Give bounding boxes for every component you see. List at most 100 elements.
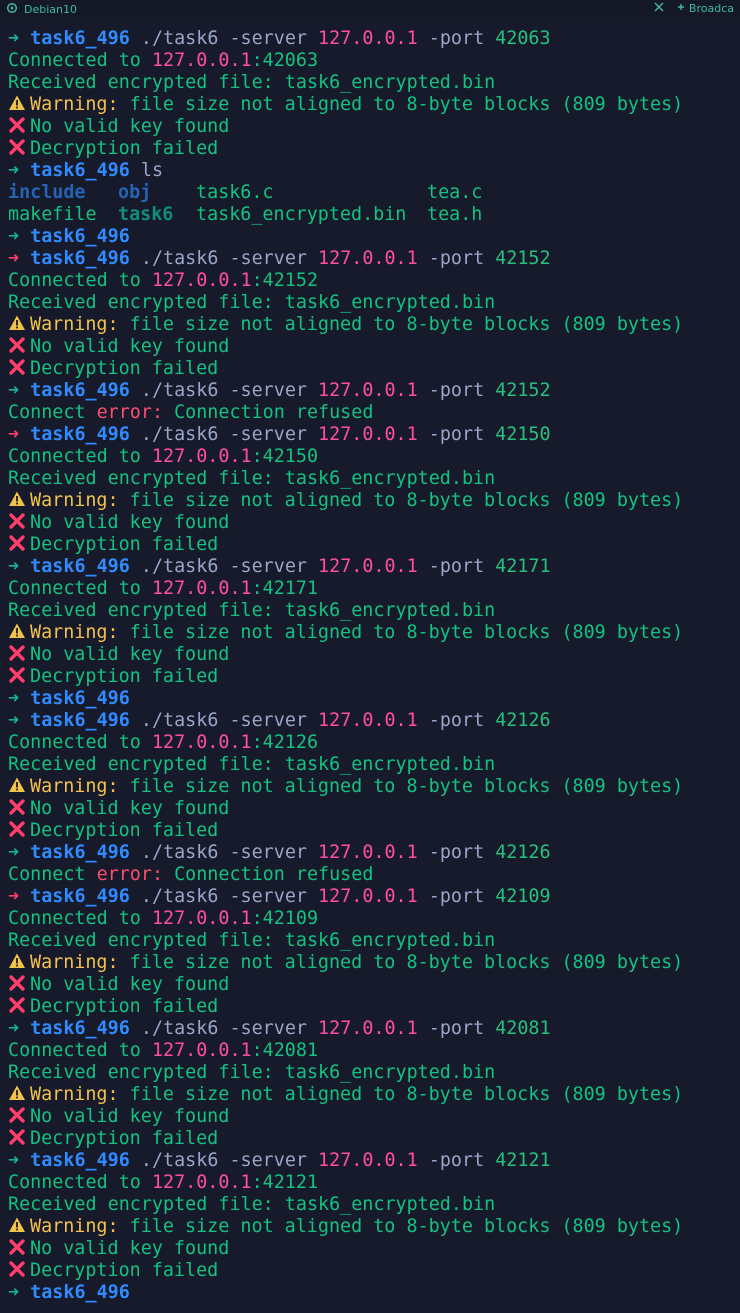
command-port: 42171: [495, 556, 551, 577]
output-ip: 127.0.0.1: [151, 1172, 252, 1193]
output-text: Connection refused: [163, 402, 374, 423]
prompt-line: ➜ task6_496 ls: [8, 160, 736, 182]
warning-text: file size not aligned to 8-byte blocks (…: [118, 776, 684, 797]
prompt-directory: task6_496: [30, 160, 130, 181]
received-line: Received encrypted file: task6_encrypted…: [8, 1194, 736, 1216]
cross-mark-icon: [8, 798, 26, 816]
failure-text: Decryption failed: [30, 138, 219, 159]
received-line: Received encrypted file: task6_encrypted…: [8, 292, 736, 314]
prompt-line: ➜ task6_496 ./task6 -server 127.0.0.1 -p…: [8, 710, 736, 732]
ls-output-row: include obj task6.c tea.c: [8, 182, 736, 204]
command-port-flag: -port: [417, 28, 496, 49]
failure-text: No valid key found: [30, 1238, 230, 1259]
debian-icon: [6, 2, 18, 17]
warning-label: Warning:: [30, 94, 119, 115]
connected-line: Connected to 127.0.0.1:42121: [8, 1172, 736, 1194]
warning-line: Warning: file size not aligned to 8-byte…: [8, 490, 736, 512]
ls-output-row: makefile task6 task6_encrypted.bin tea.h: [8, 204, 736, 226]
prompt-line: ➜ task6_496 ./task6 -server 127.0.0.1 -p…: [8, 1150, 736, 1172]
command-port: 42152: [495, 380, 551, 401]
prompt-directory: task6_496: [30, 886, 130, 907]
cross-mark-icon: [8, 534, 26, 552]
broadcast-label: Broadca: [688, 2, 734, 15]
failure-text: No valid key found: [30, 798, 230, 819]
prompt-line: ➜ task6_496 ./task6 -server 127.0.0.1 -p…: [8, 28, 736, 50]
warning-icon: [8, 94, 26, 112]
terminal-output[interactable]: ➜ task6_496 ./task6 -server 127.0.0.1 -p…: [8, 28, 736, 1304]
cross-mark-icon: [8, 1106, 26, 1124]
warning-icon: [8, 314, 26, 332]
command-port-flag: -port: [417, 886, 496, 907]
output-ip: 127.0.0.1: [151, 908, 252, 929]
prompt-directory: task6_496: [30, 1282, 130, 1303]
cross-mark-icon: [8, 336, 26, 354]
command-port-flag: -port: [417, 710, 496, 731]
failure-text: No valid key found: [30, 336, 230, 357]
prompt-line: ➜ task6_496 ./task6 -server 127.0.0.1 -p…: [8, 380, 736, 402]
cross-mark-icon: [8, 138, 26, 156]
expand-icon[interactable]: [654, 2, 664, 15]
output-port: :42171: [251, 578, 319, 599]
command-text: ./task6 -server: [129, 28, 319, 49]
warning-line: Warning: file size not aligned to 8-byte…: [8, 314, 736, 336]
prompt-directory: task6_496: [30, 28, 130, 49]
warning-label: Warning:: [30, 1216, 119, 1237]
cross-mark-icon: [8, 974, 26, 992]
ls-entry: task6: [118, 204, 174, 225]
failure-text: No valid key found: [30, 512, 230, 533]
broadcast-button[interactable]: Broadca: [676, 2, 734, 15]
failure-line: Decryption failed: [8, 358, 736, 380]
warning-icon: [8, 490, 26, 508]
prompt-arrow-icon: ➜: [8, 380, 31, 401]
output-ip: 127.0.0.1: [151, 732, 252, 753]
prompt-line: ➜ task6_496: [8, 226, 736, 248]
command-ip: 127.0.0.1: [318, 248, 418, 269]
prompt-arrow-icon: ➜: [8, 710, 31, 731]
cross-mark-icon: [8, 512, 26, 530]
output-text: Connected to: [8, 578, 152, 599]
prompt-directory: task6_496: [30, 248, 130, 269]
received-line: Received encrypted file: task6_encrypted…: [8, 468, 736, 490]
output-port: :42121: [251, 1172, 319, 1193]
failure-line: Decryption failed: [8, 1260, 736, 1282]
failure-line: Decryption failed: [8, 820, 736, 842]
output-text: Connect: [8, 402, 97, 423]
prompt-line: ➜ task6_496 ./task6 -server 127.0.0.1 -p…: [8, 886, 736, 908]
output-text: Connected to: [8, 1040, 152, 1061]
output-text: Received encrypted file: task6_encrypted…: [8, 72, 496, 93]
warning-text: file size not aligned to 8-byte blocks (…: [118, 1216, 684, 1237]
command-ip: 127.0.0.1: [318, 842, 418, 863]
command-port-flag: -port: [417, 424, 496, 445]
command-port: 42081: [495, 1018, 551, 1039]
cross-mark-icon: [8, 1260, 26, 1278]
warning-text: file size not aligned to 8-byte blocks (…: [118, 622, 684, 643]
prompt-directory: task6_496: [30, 1018, 130, 1039]
cross-mark-icon: [8, 820, 26, 838]
failure-line: No valid key found: [8, 336, 736, 358]
failure-line: Decryption failed: [8, 138, 736, 160]
cross-mark-icon: [8, 1128, 26, 1146]
command-ip: 127.0.0.1: [318, 424, 418, 445]
output-text: Connected to: [8, 732, 152, 753]
prompt-directory: task6_496: [30, 688, 130, 709]
ls-entry: tea.h: [427, 204, 483, 225]
connected-line: Connected to 127.0.0.1:42152: [8, 270, 736, 292]
command-port-flag: -port: [417, 1018, 496, 1039]
failure-text: No valid key found: [30, 1106, 230, 1127]
cross-mark-icon: [8, 996, 26, 1014]
command-port: 42150: [495, 424, 551, 445]
ls-entry: obj: [118, 182, 152, 203]
command-ip: 127.0.0.1: [318, 556, 418, 577]
output-port: :42109: [251, 908, 319, 929]
cross-mark-icon: [8, 644, 26, 662]
prompt-line: ➜ task6_496 ./task6 -server 127.0.0.1 -p…: [8, 248, 736, 270]
output-text: Received encrypted file: task6_encrypted…: [8, 1062, 496, 1083]
command-port-flag: -port: [417, 248, 496, 269]
output-text: Connected to: [8, 908, 152, 929]
command-text: ./task6 -server: [129, 424, 319, 445]
failure-line: No valid key found: [8, 798, 736, 820]
warning-label: Warning:: [30, 314, 119, 335]
ls-entry: include: [8, 182, 86, 203]
prompt-line: ➜ task6_496 ./task6 -server 127.0.0.1 -p…: [8, 1018, 736, 1040]
error-label: error:: [96, 864, 164, 885]
